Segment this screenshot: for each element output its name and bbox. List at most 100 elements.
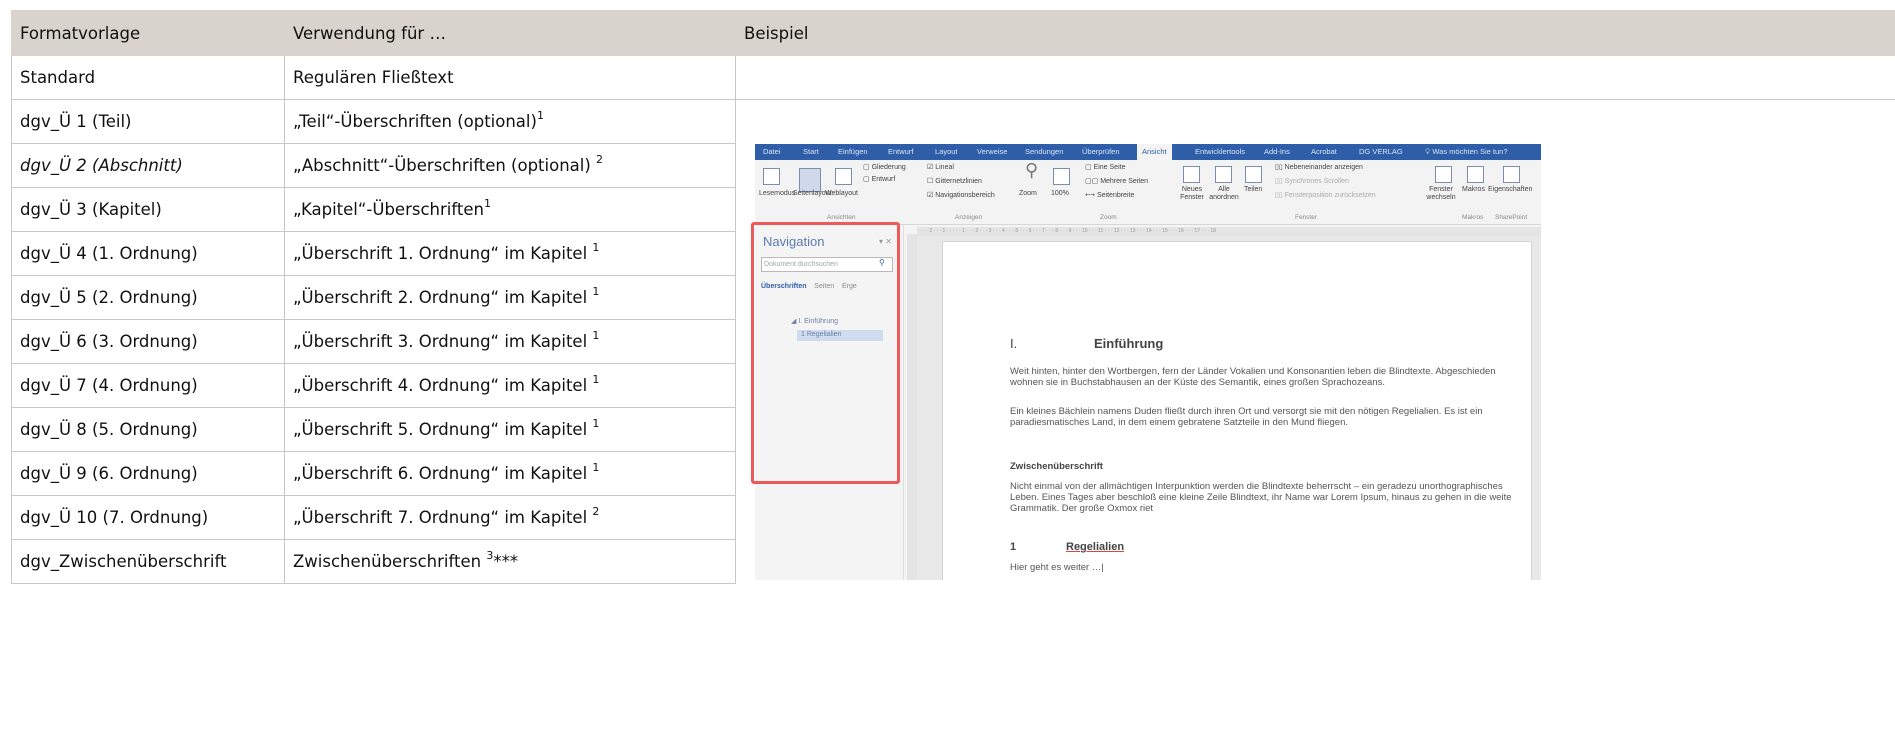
style-use-text: „Abschnitt“-Überschriften (optional): [293, 156, 597, 175]
style-use-text: „Überschrift 7. Ordnung“ im Kapitel: [293, 508, 593, 527]
group-label-anzeigen: Anzeigen: [955, 214, 983, 221]
fenster-wechseln-button[interactable]: Fenster wechseln: [1423, 186, 1459, 202]
print-layout-icon: [799, 168, 821, 192]
navigationsbereich-checkbox[interactable]: ☑ Navigationsbereich: [927, 191, 995, 199]
seitenbreite-label: Seitenbreite: [1096, 192, 1135, 199]
gliederung-button[interactable]: ▢ Gliederung: [863, 163, 906, 171]
tab-layout[interactable]: Layout: [935, 144, 958, 160]
footnote-marker: 1: [592, 241, 600, 254]
doc-heading1: Einführung: [1094, 336, 1164, 351]
style-use-text: „Überschrift 5. Ordnung“ im Kapitel: [293, 420, 593, 439]
style-use-text: „Überschrift 4. Ordnung“ im Kapitel: [293, 376, 593, 395]
header-beispiel: Beispiel: [735, 10, 1895, 56]
table-header-row: Formatvorlage Verwendung für … Beispiel: [11, 10, 1895, 56]
example-cell: [735, 55, 1895, 100]
style-use: „Überschrift 5. Ordnung“ im Kapitel 1: [284, 407, 736, 452]
style-name: dgv_Ü 1 (Teil): [11, 99, 285, 144]
fensterposition-label: Fensterposition zurücksetzen: [1284, 192, 1376, 199]
style-use: „Überschrift 1. Ordnung“ im Kapitel 1: [284, 231, 736, 276]
style-use: „Überschrift 3. Ordnung“ im Kapitel 1: [284, 319, 736, 364]
alle-anordnen-button[interactable]: Alle anordnen: [1209, 186, 1239, 202]
horizontal-ruler: · · · · 2 · · · 1 · · · · · 1 · · · 2 · …: [917, 227, 1541, 236]
tab-acrobat[interactable]: Acrobat: [1311, 144, 1337, 160]
tell-me-text: Was möchten Sie tun?: [1432, 147, 1508, 156]
style-name: dgv_Ü 3 (Kapitel): [11, 187, 285, 232]
zoom-100-button[interactable]: 100%: [1051, 190, 1069, 197]
entwurf-button[interactable]: ▢ Entwurf: [863, 175, 895, 183]
style-use: Regulären Fließtext: [284, 55, 736, 100]
style-use-text: Regulären Fließtext: [293, 68, 454, 87]
synchron-button[interactable]: ▯▯ Synchrones Scrollen: [1275, 177, 1349, 185]
nebeneinander-button[interactable]: ▯▯ Nebeneinander anzeigen: [1275, 163, 1363, 171]
style-use-text: „Kapitel“-Überschriften: [293, 200, 484, 219]
style-use: „Abschnitt“-Überschriften (optional) 2: [284, 143, 736, 188]
style-name: dgv_Ü 7 (4. Ordnung): [11, 363, 285, 408]
style-name: dgv_Ü 8 (5. Ordnung): [11, 407, 285, 452]
tell-me-search[interactable]: 💡︎ Was möchten Sie tun?: [1425, 144, 1508, 160]
group-label-makros: Makros: [1462, 214, 1484, 221]
doc-heading: Regelialien: [1066, 541, 1125, 553]
footnote-marker: 1: [592, 373, 600, 386]
fensterposition-button[interactable]: ▯▯ Fensterposition zurücksetzen: [1275, 191, 1376, 199]
tab-ansicht[interactable]: Ansicht: [1137, 144, 1172, 160]
web-layout-icon: [835, 168, 852, 185]
eigenschaften-button[interactable]: Eigenschaften: [1488, 186, 1532, 193]
footnote-marker: 2: [592, 505, 600, 518]
lineal-checkbox[interactable]: ☑ Lineal: [927, 163, 954, 171]
weblayout-button[interactable]: Weblayout: [825, 190, 858, 197]
table-row: dgv_Ü 1 (Teil) „Teil“-Überschriften (opt…: [11, 99, 1895, 584]
tab-verweise[interactable]: Verweise: [977, 144, 1007, 160]
eine-seite-button[interactable]: ▢ Eine Seite: [1085, 163, 1125, 171]
neues-fenster-button[interactable]: Neues Fenster: [1175, 186, 1209, 202]
group-label-fenster: Fenster: [1295, 214, 1318, 221]
zoom-100-icon: [1053, 168, 1070, 185]
tab-einfuegen[interactable]: Einfügen: [838, 144, 868, 160]
lesemodus-button[interactable]: Lesemodus: [759, 190, 795, 197]
doc-heading1-number: I.: [1010, 336, 1018, 351]
group-label-ansichten: Ansichten: [827, 214, 856, 221]
tab-dg-verlag[interactable]: DG VERLAG: [1359, 144, 1403, 160]
tab-add-ins[interactable]: Add-Ins: [1264, 144, 1290, 160]
new-window-icon: [1183, 166, 1200, 183]
style-name: dgv_Ü 9 (6. Ordnung): [11, 451, 285, 496]
mehrere-seiten-button[interactable]: ▢▢ Mehrere Seiten: [1085, 177, 1148, 185]
makros-button[interactable]: Makros: [1462, 186, 1485, 193]
style-use-text: „Überschrift 1. Ordnung“ im Kapitel: [293, 244, 593, 263]
zoom-button[interactable]: Zoom: [1019, 190, 1037, 197]
entwurf-label: Entwurf: [871, 176, 896, 183]
tab-ueberpruefen[interactable]: Überprüfen: [1082, 144, 1120, 160]
group-label-sharepoint: SharePoint: [1495, 214, 1528, 221]
seitenbreite-button[interactable]: ⟷ Seitenbreite: [1085, 191, 1134, 199]
style-use: „Überschrift 7. Ordnung“ im Kapitel 2: [284, 495, 736, 540]
style-use-text: „Überschrift 3. Ordnung“ im Kapitel: [293, 332, 593, 351]
style-use: „Kapitel“-Überschriften1: [284, 187, 736, 232]
gliederung-label: Gliederung: [871, 164, 906, 171]
style-use-text: „Teil“-Überschriften (optional): [293, 112, 537, 131]
style-use: „Teil“-Überschriften (optional)1: [284, 99, 736, 144]
mehrere-seiten-label: Mehrere Seiten: [1100, 178, 1149, 185]
tab-start[interactable]: Start: [803, 144, 819, 160]
ribbon-ansicht: Lesemodus Seitenlayout Weblayout ▢ Glied…: [755, 160, 1541, 225]
zoom-icon: ⚲: [1025, 160, 1039, 180]
style-name: dgv_Ü 6 (3. Ordnung): [11, 319, 285, 364]
footnote-marker: 1: [592, 461, 600, 474]
gitternetzlinien-checkbox[interactable]: ☐ Gitternetzlinien: [927, 177, 982, 185]
read-mode-icon: [763, 168, 780, 185]
tab-entwurf[interactable]: Entwurf: [888, 144, 913, 160]
footnote-marker: 2: [596, 153, 604, 166]
footnote-marker: 1: [483, 197, 491, 210]
tab-datei[interactable]: Datei: [763, 144, 781, 160]
style-name: Standard: [11, 55, 285, 100]
nebeneinander-label: Nebeneinander anzeigen: [1284, 164, 1363, 171]
synchron-label: Synchrones Scrollen: [1284, 178, 1349, 185]
tab-entwicklertools[interactable]: Entwicklertools: [1195, 144, 1245, 160]
style-use-text: „Überschrift 6. Ordnung“ im Kapitel: [293, 464, 593, 483]
doc-subheading: Zwischenüberschrift: [1010, 461, 1103, 472]
tab-sendungen[interactable]: Sendungen: [1025, 144, 1063, 160]
macros-icon: [1467, 166, 1484, 183]
teilen-button[interactable]: Teilen: [1244, 186, 1262, 193]
footnote-marker: 1: [592, 417, 600, 430]
doc-paragraph: Ein kleines Bächlein namens Duden fließt…: [1010, 406, 1483, 428]
vertical-ruler: [907, 234, 917, 580]
doc-heading-number: 1: [1010, 541, 1017, 553]
